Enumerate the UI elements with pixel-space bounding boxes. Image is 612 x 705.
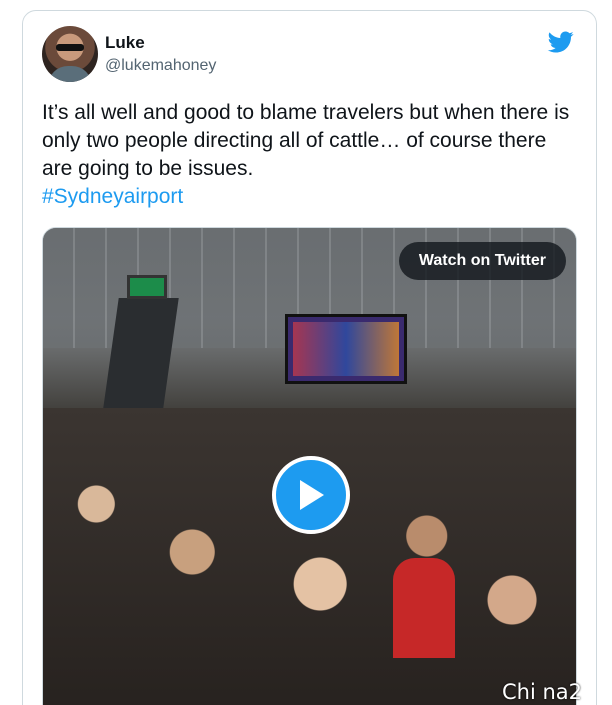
video-frame-screen-glow (293, 322, 399, 376)
author-name[interactable]: Luke (105, 33, 145, 53)
watermark-text: Chi na2 (502, 680, 583, 704)
video-media[interactable]: Watch on Twitter (42, 227, 577, 705)
play-button[interactable] (272, 456, 350, 534)
video-frame-screen (285, 314, 407, 384)
play-icon (300, 480, 324, 510)
avatar[interactable] (42, 26, 98, 82)
tweet-card[interactable]: Luke @lukemahoney It’s all well and good… (22, 10, 597, 705)
tweet-text: It’s all well and good to blame traveler… (42, 99, 582, 211)
video-frame-crowd (43, 408, 576, 705)
tweet-body: It’s all well and good to blame traveler… (42, 101, 570, 180)
video-frame-exit-sign (127, 275, 167, 299)
avatar-glasses (56, 44, 84, 51)
video-frame-red-shirt (393, 558, 455, 658)
hashtag-link[interactable]: #Sydneyairport (42, 183, 582, 211)
author-handle[interactable]: @lukemahoney (105, 57, 216, 75)
avatar-shirt (48, 66, 92, 82)
twitter-bird-icon[interactable] (546, 29, 576, 55)
watch-on-twitter-button[interactable]: Watch on Twitter (398, 242, 566, 280)
